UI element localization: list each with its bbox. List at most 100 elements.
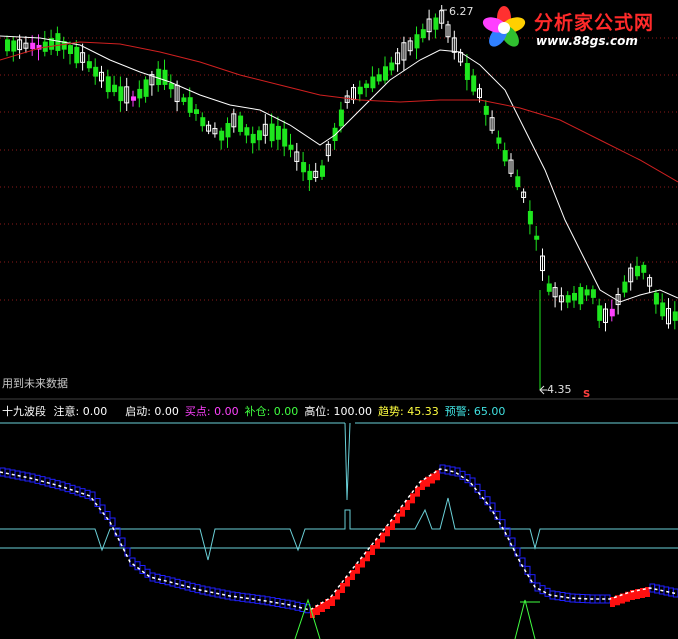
candle-body-66 [420, 29, 426, 39]
candle-body-94 [597, 305, 603, 321]
candle-body-35 [225, 123, 231, 138]
candle-body-53 [338, 109, 344, 127]
candle-body-58 [370, 76, 376, 89]
candle-body-38 [244, 127, 250, 136]
candle-body-104 [660, 302, 666, 317]
candle-body-40 [257, 130, 262, 141]
candle-body-39 [250, 133, 256, 144]
candle-body-42 [269, 123, 275, 142]
chart-window: { "upper_note": "用到未来数据", "price_high_la… [0, 0, 678, 639]
indicator-field-3: 补仓: 0.00 [244, 405, 299, 418]
trend-block-0-4 [19, 471, 26, 481]
candle-body-106 [672, 311, 678, 321]
logo-title: 分析家公式网 [534, 12, 655, 34]
trend-block-7-5 [194, 584, 201, 594]
sell-marker: S [583, 389, 591, 400]
trend-block-0-3 [14, 470, 21, 480]
candle-body-61 [389, 62, 395, 71]
future-data-note: 用到未来数据 [2, 377, 68, 390]
indicator-field-5: 趋势: 45.33 [378, 405, 439, 418]
trend-block-20-2 [464, 474, 471, 484]
candle-body-48 [307, 170, 313, 181]
candle-body-8 [55, 33, 61, 51]
price-high-label: 6.27 [449, 5, 474, 18]
candle-body-50 [320, 165, 325, 177]
candle-body-74 [471, 75, 477, 92]
candle-body-25 [162, 69, 168, 85]
trend-block-15-0 [370, 545, 375, 555]
indicator-field-6: 预警: 65.00 [444, 405, 506, 418]
candle-body-0 [5, 39, 10, 52]
candle-body-100 [635, 265, 640, 277]
candle-body-78 [496, 137, 502, 144]
trend-block-15-3 [385, 526, 390, 537]
trend-block-1-5 [54, 480, 61, 490]
warn-spike-top [344, 422, 351, 501]
warn-line [0, 497, 678, 561]
trend-block-2-5 [84, 489, 91, 499]
candle-body-84 [534, 235, 540, 240]
trend-block-31-3 [663, 586, 670, 596]
candle-body-31 [200, 117, 206, 127]
candle-body-93 [590, 289, 596, 298]
candle-body-59 [376, 74, 382, 82]
candle-body-92 [584, 289, 590, 296]
candle-body-73 [464, 63, 470, 80]
indicator-fields: 注意: 0.00 启动: 0.00 买点: 0.00 补仓: 0.00 高位: 100.… [50, 405, 506, 418]
logo-url: www.88gs.com [536, 34, 638, 48]
candle-body-60 [383, 66, 388, 81]
candle-body-26 [168, 83, 174, 90]
trend-block-12-3 [325, 599, 330, 609]
trend-block-20-0 [454, 467, 461, 477]
trend-block-13-2 [340, 583, 345, 593]
candle-body-21 [137, 88, 143, 99]
candle-body-101 [641, 264, 647, 273]
candle-body-34 [219, 130, 225, 141]
trend-block-3-1 [94, 498, 101, 507]
candle-body-103 [653, 292, 659, 305]
candle-body-98 [622, 281, 628, 293]
candle-body-20 [131, 96, 136, 101]
indicator-name: 十九波段 [2, 405, 46, 418]
trend-block-1-4 [49, 478, 56, 488]
candle-body-18 [118, 86, 124, 102]
signal-line-2 [514, 599, 536, 639]
candle-body-44 [282, 128, 288, 147]
candle-body-76 [483, 105, 489, 115]
candle-body-37 [238, 115, 244, 132]
trend-block-13-0 [330, 596, 335, 606]
candle-body-79 [502, 150, 508, 162]
indicator-field-0: 注意: 0.00 [53, 405, 108, 418]
candle-body-11 [74, 46, 80, 64]
trend-block-7-4 [189, 582, 196, 592]
candle-body-81 [515, 176, 521, 188]
trend-block-12-2 [320, 602, 325, 612]
candle-body-17 [112, 84, 118, 93]
price-low-label: 4.35 [547, 383, 572, 396]
trend-block-14-1 [355, 563, 360, 574]
trend-block-11-0 [289, 600, 296, 610]
candle-body-56 [357, 86, 363, 95]
candle-body-89 [565, 295, 571, 303]
indicator-header: 十九波段 注意: 0.00 启动: 0.00 买点: 0.00 补仓: 0.00 高位:… [2, 403, 506, 418]
trend-block-8-5 [224, 590, 231, 600]
candle-body-4 [30, 42, 36, 49]
candle-body-22 [143, 79, 149, 97]
candle-body-47 [301, 162, 307, 173]
indicator-field-1: 启动: 0.00 [125, 405, 179, 418]
trend-dash-line [0, 468, 678, 611]
candle-body-24 [156, 68, 162, 86]
candle-body-29 [187, 97, 193, 113]
candle-body-30 [194, 109, 199, 114]
candle-body-96 [609, 308, 615, 317]
candle-body-14 [93, 66, 99, 77]
candle-body-65 [414, 34, 420, 49]
candle-body-83 [527, 210, 533, 225]
candle-body-68 [433, 17, 439, 30]
candle-body-16 [105, 76, 111, 93]
candle-body-28 [181, 97, 187, 102]
candle-body-13 [86, 61, 92, 69]
candle-body-45 [288, 144, 294, 150]
candle-body-86 [546, 283, 552, 292]
logo-center [498, 22, 510, 34]
